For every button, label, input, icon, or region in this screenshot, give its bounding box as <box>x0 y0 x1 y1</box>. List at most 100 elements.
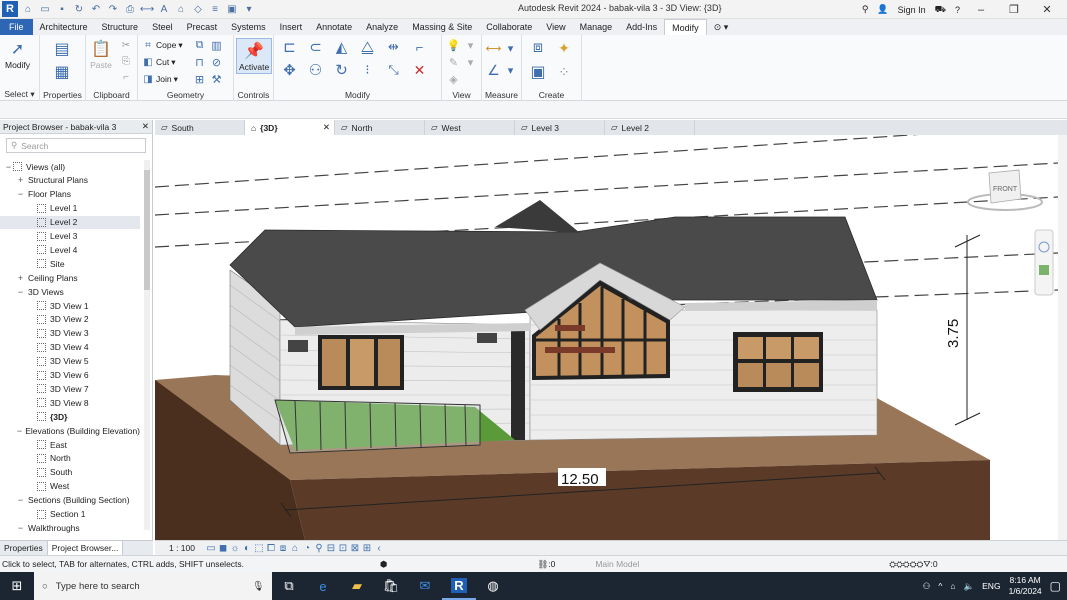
reveal-hidden-icon[interactable]: ⚲ <box>313 542 325 554</box>
tree-toggle-icon[interactable]: + <box>16 273 25 283</box>
keyboard-language[interactable]: ENG <box>982 581 1000 591</box>
move-icon[interactable]: ✥ <box>278 60 301 80</box>
tab-systems[interactable]: Systems <box>224 19 273 35</box>
visual-style-icon[interactable]: ◼ <box>217 542 229 554</box>
redo-icon[interactable]: ↷ <box>106 2 120 16</box>
bulb-icon[interactable]: 💡 <box>446 38 461 53</box>
undo-icon[interactable]: ↶ <box>89 2 103 16</box>
3d-model-canvas[interactable]: 3.75 12.50 FRONT <box>155 135 1058 540</box>
tab-annotate[interactable]: Annotate <box>309 19 359 35</box>
dimension-height-label[interactable]: 3.75 <box>945 319 962 348</box>
align-icon[interactable]: ⊏ <box>278 37 301 57</box>
tree-item[interactable]: 3D View 2 <box>0 313 140 326</box>
trim-icon[interactable]: ⌐ <box>408 37 431 57</box>
highlight-icon[interactable]: ⊡ <box>337 542 349 554</box>
lock-view-icon[interactable]: ⌂ <box>289 542 301 554</box>
view-scale[interactable]: 1 : 100 <box>155 543 205 553</box>
tree-item[interactable]: − Elevations (Building Elevation) <box>0 424 140 437</box>
sun-path-icon[interactable]: ☼ <box>229 542 241 554</box>
tree-item[interactable]: Level 1 <box>0 202 140 215</box>
tree-item[interactable]: − Sections (Building Section) <box>0 494 140 507</box>
type-properties-button[interactable]: ▦ <box>51 61 73 83</box>
navigation-bar[interactable] <box>1034 229 1054 296</box>
select-by-face-icon[interactable]: ⛭ <box>910 559 917 570</box>
demolish-icon[interactable]: ⊘ <box>209 55 224 70</box>
copy-element-icon[interactable]: ⚇ <box>304 60 327 80</box>
tree-item[interactable]: Level 2 <box>0 215 140 229</box>
microphone-icon[interactable]: 🎙 <box>252 581 264 592</box>
tree-item[interactable]: East <box>0 438 140 451</box>
thin-lines-icon[interactable]: ≡ <box>208 2 222 16</box>
tree-toggle-icon[interactable]: − <box>16 189 25 199</box>
revit-taskbar-icon[interactable]: R <box>442 572 476 600</box>
tree-item[interactable]: 3D View 3 <box>0 327 140 340</box>
tree-toggle-icon[interactable]: − <box>4 162 13 172</box>
rotate-icon[interactable]: ↻ <box>330 60 353 80</box>
taskbar-search-input[interactable]: ○ Type here to search 🎙 <box>34 572 272 600</box>
home-icon[interactable]: ⌂ <box>21 2 35 16</box>
close-window-button[interactable]: ✕ <box>1035 3 1059 16</box>
maximize-button[interactable]: ❐ <box>1002 3 1026 16</box>
tree-toggle-icon[interactable]: − <box>16 495 25 505</box>
drag-elements-icon[interactable]: ⛭ <box>917 559 924 570</box>
cut-geometry-button[interactable]: ◧ Cut ▾ <box>142 56 175 68</box>
activate-button[interactable]: 📌 Activate <box>236 38 273 74</box>
people-icon[interactable]: ⚇ <box>923 581 931 592</box>
windows-start-icon[interactable]: ⊞ <box>0 572 34 600</box>
save-icon[interactable]: ▪ <box>55 2 69 16</box>
crop-region-icon[interactable]: ⧈ <box>277 542 289 554</box>
app-taskbar-icon[interactable]: ◍ <box>476 572 510 600</box>
view-tab[interactable]: ▱ Level 3 <box>515 120 605 135</box>
offset-icon[interactable]: ⊂ <box>304 37 327 57</box>
tab-project-browser[interactable]: Project Browser... <box>47 541 124 555</box>
tree-toggle-icon[interactable]: − <box>16 523 25 533</box>
tree-item[interactable]: North <box>0 452 140 465</box>
tab-add-ins[interactable]: Add-Ins <box>619 19 664 35</box>
tree-toggle-icon[interactable]: − <box>16 287 25 297</box>
open-icon[interactable]: ▭ <box>38 2 52 16</box>
tree-item[interactable]: Level 3 <box>0 230 140 243</box>
scale-icon[interactable]: ⤡ <box>382 60 405 80</box>
hammer-icon[interactable]: ⚒ <box>209 72 224 87</box>
tree-toggle-icon[interactable]: + <box>16 175 25 185</box>
tree-item[interactable]: −3D Views <box>0 285 140 298</box>
create-similar-icon[interactable]: ⁘ <box>552 61 576 83</box>
tab-collaborate[interactable]: Collaborate <box>479 19 539 35</box>
sign-in-link[interactable]: Sign In <box>898 5 926 15</box>
clock[interactable]: 8:16 AM 1/6/2024 <box>1009 575 1042 597</box>
dimension-width-label[interactable]: 12.50 <box>561 471 599 488</box>
override-icon[interactable]: ▾ <box>463 38 478 53</box>
tree-item[interactable]: Level 4 <box>0 243 140 256</box>
tree-item[interactable]: Section 1 <box>0 508 140 521</box>
shadows-icon[interactable]: ◐ <box>241 542 253 554</box>
split-icon[interactable]: ⇹ <box>382 37 405 57</box>
crop-icon[interactable]: ⧠ <box>265 542 277 554</box>
constraints-icon[interactable]: ⊠ <box>349 542 361 554</box>
viewcube-face-label[interactable]: FRONT <box>993 186 1018 193</box>
switch-windows-icon[interactable]: ▣ <box>225 2 239 16</box>
mirror-draw-icon[interactable]: ⧋ <box>356 37 379 57</box>
browser-scrollbar[interactable] <box>144 160 150 530</box>
revit-logo-icon[interactable]: R <box>2 1 18 17</box>
measure-between-icon[interactable]: ⟷ <box>486 38 502 58</box>
view-dropdown-icon[interactable]: ▾ <box>463 55 478 70</box>
tree-item[interactable]: + Ceiling Plans <box>0 271 140 284</box>
browser-search-input[interactable]: ⚲ Search <box>6 138 146 153</box>
tab-contextual-toggle-icon[interactable]: ⊙ ▾ <box>707 19 736 35</box>
tree-item[interactable]: South <box>0 466 140 479</box>
tab-steel[interactable]: Steel <box>145 19 180 35</box>
cart-icon[interactable]: ⛟ <box>935 4 946 16</box>
tab-manage[interactable]: Manage <box>573 19 620 35</box>
customize-qat-icon[interactable]: ▾ <box>242 2 256 16</box>
select-underlay-icon[interactable]: ⛭ <box>896 559 903 570</box>
paint-icon[interactable]: ▥ <box>209 38 224 53</box>
tree-item[interactable]: 3D View 4 <box>0 341 140 354</box>
viewport-scrollbar[interactable] <box>1058 135 1067 540</box>
tree-item[interactable]: + Structural Plans <box>0 174 140 187</box>
linework-icon[interactable]: ✎ <box>446 55 461 70</box>
match-properties-icon[interactable]: ⌐ <box>120 71 132 83</box>
view-props-icon[interactable]: ⊞ <box>361 542 373 554</box>
store-icon[interactable]: 🛍 <box>374 572 408 600</box>
tab-insert[interactable]: Insert <box>273 19 310 35</box>
select-links-icon[interactable]: ⛭ <box>889 559 896 570</box>
